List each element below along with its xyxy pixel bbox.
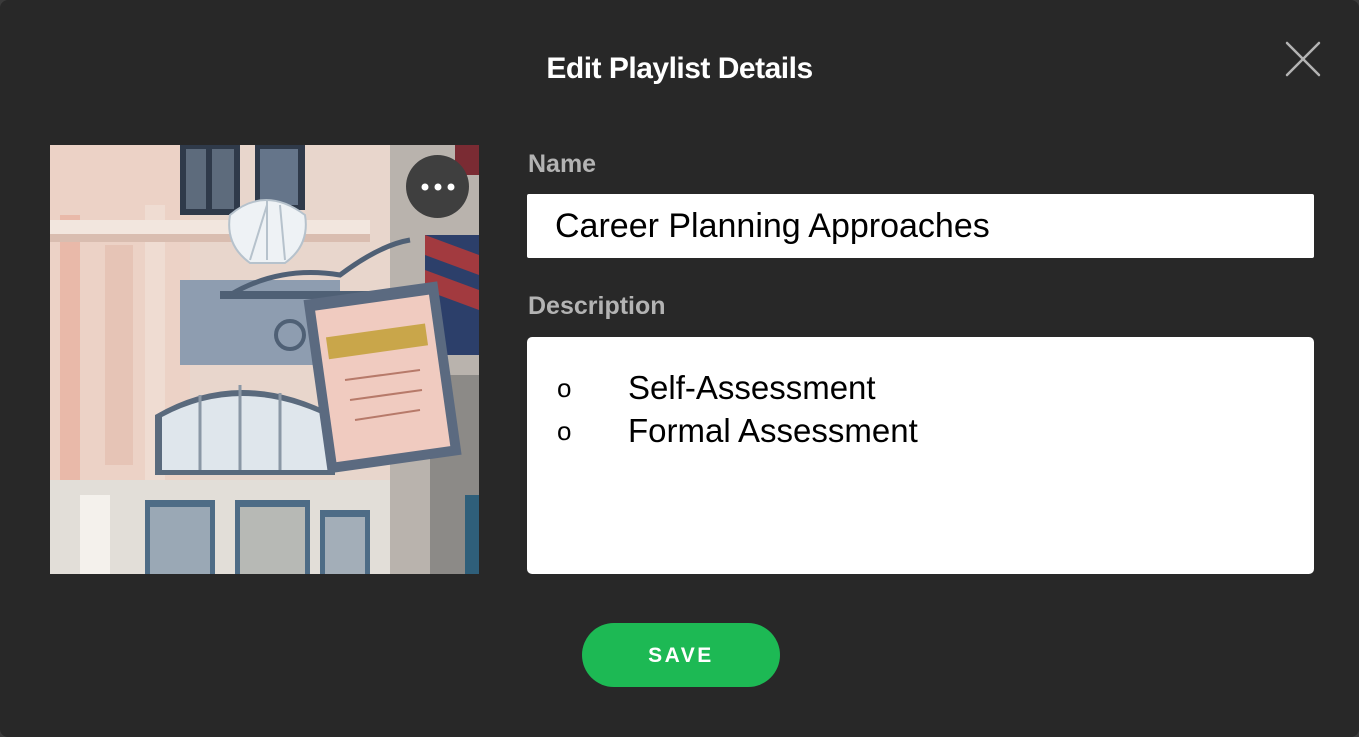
edit-playlist-dialog: Edit Playlist Details Name Career Planni… [0,0,1359,737]
bullet: o [557,373,572,403]
cover-photo [50,145,479,574]
close-icon [1285,41,1321,77]
description-label: Description [528,292,666,320]
description-line-text: Formal Assessment [628,412,918,449]
cover-options-button[interactable] [406,155,469,218]
description-line-text: Self-Assessment [628,369,876,406]
playlist-name-input[interactable] [527,194,1314,258]
description-line: o Formal Assessment [527,412,1314,455]
playlist-description-textarea[interactable]: o Self-Assessment o Formal Assessment [527,337,1314,574]
description-line: o Self-Assessment [527,369,1314,412]
bullet: o [557,416,572,446]
more-horizontal-icon [421,183,454,190]
playlist-cover-image[interactable] [50,145,479,574]
dialog-title: Edit Playlist Details [546,52,813,85]
save-button[interactable]: SAVE [582,623,780,687]
name-label: Name [528,150,597,178]
close-button[interactable] [1284,40,1322,78]
